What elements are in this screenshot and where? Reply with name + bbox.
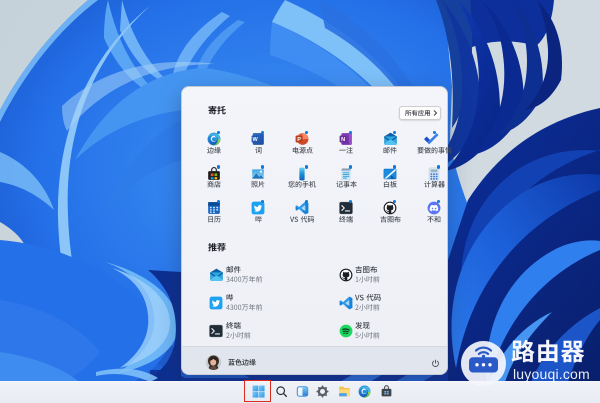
svg-text:N: N xyxy=(341,137,345,143)
svg-text:P: P xyxy=(297,137,301,143)
svg-text:W: W xyxy=(252,137,258,143)
